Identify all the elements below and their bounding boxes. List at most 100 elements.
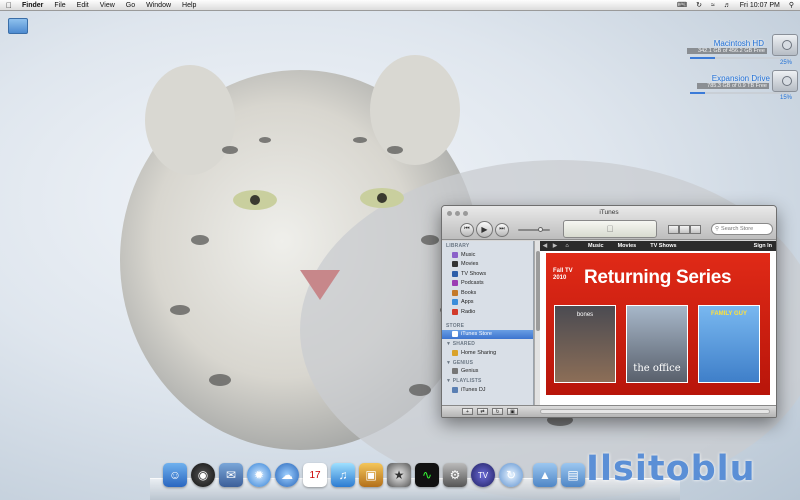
home-icon (452, 349, 458, 356)
menu-clock[interactable]: Fri 10:07 PM (740, 2, 780, 9)
spotlight-icon[interactable]: ⚲ (789, 1, 794, 9)
menu-go[interactable]: Go (126, 2, 135, 9)
volume-knob[interactable] (538, 227, 543, 232)
genius-icon (452, 368, 458, 375)
itunes-body: LIBRARY Music Movies TV Shows Podcasts B… (442, 241, 776, 406)
watermark-logo: Ilsitoblu (586, 449, 756, 489)
apple-menu-icon[interactable]:  (6, 1, 12, 10)
system-preferences-icon[interactable]: ⚙ (443, 463, 467, 487)
home-icon[interactable]: ⌂ (560, 243, 574, 249)
sidebar-item-tv-shows[interactable]: TV Shows (442, 269, 533, 279)
dj-icon (452, 386, 458, 393)
sidebar-item-books[interactable]: Books (442, 288, 533, 298)
itunes-bottom-bar: + ⇄ ↻ ▣ (442, 405, 776, 417)
dashboard-icon[interactable]: ◉ (191, 463, 215, 487)
sidebar-item-genius[interactable]: Genius (442, 367, 533, 377)
play-icon: ▶ (481, 225, 488, 234)
macintosh-hd-icon[interactable] (772, 34, 798, 56)
poster-bones[interactable]: bones (554, 305, 616, 383)
itunes-titlebar[interactable]: iTunes ⏮ ▶ ⏭  ⚲ (442, 206, 776, 240)
ichat-icon[interactable]: ☁ (275, 463, 299, 487)
returning-series-banner[interactable]: Fall TV 2010 Returning Series bones the … (546, 253, 770, 395)
documents-folder-icon[interactable]: ▤ (561, 463, 585, 487)
activity-monitor-icon[interactable]: ∿ (415, 463, 439, 487)
imovie-icon[interactable]: ★ (387, 463, 411, 487)
sidebar-item-home-sharing[interactable]: Home Sharing (442, 348, 533, 358)
list-view-button[interactable] (668, 225, 679, 234)
radio-icon (452, 308, 458, 315)
drive-name-macintosh-hd[interactable]: Macintosh HD (660, 39, 764, 48)
menu-view[interactable]: View (100, 2, 115, 9)
sidebar-item-apps[interactable]: Apps (442, 298, 533, 308)
expansion-drive-icon[interactable] (772, 70, 798, 92)
sidebar-item-itunes-store[interactable]: iTunes Store (442, 329, 533, 339)
mail-icon[interactable]: ✉ (219, 463, 243, 487)
menu-edit[interactable]: Edit (77, 2, 89, 9)
itunes-dock-icon[interactable]: ♫ (331, 463, 355, 487)
poster-the-office[interactable]: the office (626, 305, 688, 383)
volume-icon[interactable]: ♬ (724, 2, 731, 9)
store-header: STORE (446, 322, 465, 329)
menu-extras: ⌨ ↻ ≈ ♬ Fri 10:07 PM ⚲ (677, 1, 794, 10)
back-arrow-icon[interactable]: ◀ (540, 243, 550, 249)
shared-header: ▼ SHARED (446, 341, 476, 347)
keyboard-icon[interactable]: ⌨ (677, 1, 687, 9)
sidebar-item-radio[interactable]: Radio (442, 307, 533, 317)
iphoto-icon[interactable]: ▣ (359, 463, 383, 487)
drive-free-macintosh-hd: 342.1 GB of 456.2 GB Free (687, 48, 767, 54)
search-field[interactable]: ⚲ (711, 223, 773, 235)
wifi-icon[interactable]: ≈ (711, 2, 715, 9)
genius-header: ▼ GENIUS (446, 359, 474, 366)
store-nav-tv-shows[interactable]: TV Shows (650, 243, 676, 249)
apple-logo-icon:  (607, 224, 614, 234)
sign-in-link[interactable]: Sign In (754, 243, 772, 249)
menu-window[interactable]: Window (146, 2, 171, 9)
store-nav-music[interactable]: Music (588, 243, 604, 249)
drive-usage-bar-macintosh-hd (690, 57, 790, 59)
ical-icon[interactable]: 17 (303, 463, 327, 487)
artwork-button[interactable]: ▣ (507, 408, 518, 415)
podcast-icon (452, 280, 458, 287)
coverflow-view-button[interactable] (690, 225, 701, 234)
sidebar-item-podcasts[interactable]: Podcasts (442, 279, 533, 289)
volume-slider[interactable] (518, 227, 550, 232)
finder-icon[interactable]: ☺ (163, 463, 187, 487)
desktop-folder-icon[interactable] (8, 18, 28, 34)
forward-arrow-icon[interactable]: ▶ (550, 243, 560, 249)
search-icon: ⚲ (715, 226, 720, 232)
repeat-button[interactable]: ↻ (492, 408, 503, 415)
view-buttons (668, 225, 701, 234)
banner-kicker: Fall TV 2010 (553, 268, 573, 281)
poster-family-guy[interactable]: FAMILY GUY (698, 305, 760, 383)
drive-percent-macintosh-hd: 25% (780, 60, 793, 66)
menu-help[interactable]: Help (182, 2, 196, 9)
time-machine-icon[interactable]: ↻ (696, 1, 702, 9)
next-track-button[interactable]: ⏭ (495, 222, 509, 237)
drive-percent-expansion-drive: 15% (780, 95, 793, 101)
apps-icon (452, 299, 458, 306)
shuffle-button[interactable]: ⇄ (477, 408, 488, 415)
drive-name-expansion-drive[interactable]: Expansion Drive (660, 74, 770, 83)
store-nav-bar: ◀ ▶ ⌂ Music Movies TV Shows Sign In (540, 241, 776, 251)
transport-controls: ⏮ ▶ ⏭ (460, 221, 509, 238)
sidebar-item-movies[interactable]: Movies (442, 260, 533, 270)
itunes-window: iTunes ⏮ ▶ ⏭  ⚲ LIBRARY Music Movies TV… (441, 205, 777, 418)
menu-finder[interactable]: Finder (22, 2, 43, 9)
safari-icon[interactable]: ✹ (247, 463, 271, 487)
menu-file[interactable]: File (54, 2, 65, 9)
time-machine-dock-icon[interactable]: ↻ (499, 463, 523, 487)
library-header: LIBRARY (446, 243, 470, 249)
sidebar-item-music[interactable]: Music (442, 250, 533, 260)
store-nav-movies[interactable]: Movies (618, 243, 637, 249)
banner-title: Returning Series (584, 267, 732, 288)
sidebar-item-itunes-dj[interactable]: iTunes DJ (442, 385, 533, 395)
rewind-icon: ⏮ (464, 226, 470, 232)
add-playlist-button[interactable]: + (462, 408, 473, 415)
horizontal-scrollbar[interactable] (540, 409, 770, 414)
previous-track-button[interactable]: ⏮ (460, 222, 474, 237)
search-input[interactable] (721, 226, 772, 232)
grid-view-button[interactable] (679, 225, 690, 234)
front-row-icon[interactable]: TV (471, 463, 495, 487)
play-button[interactable]: ▶ (476, 221, 493, 238)
applications-folder-icon[interactable]: ▲ (533, 463, 557, 487)
